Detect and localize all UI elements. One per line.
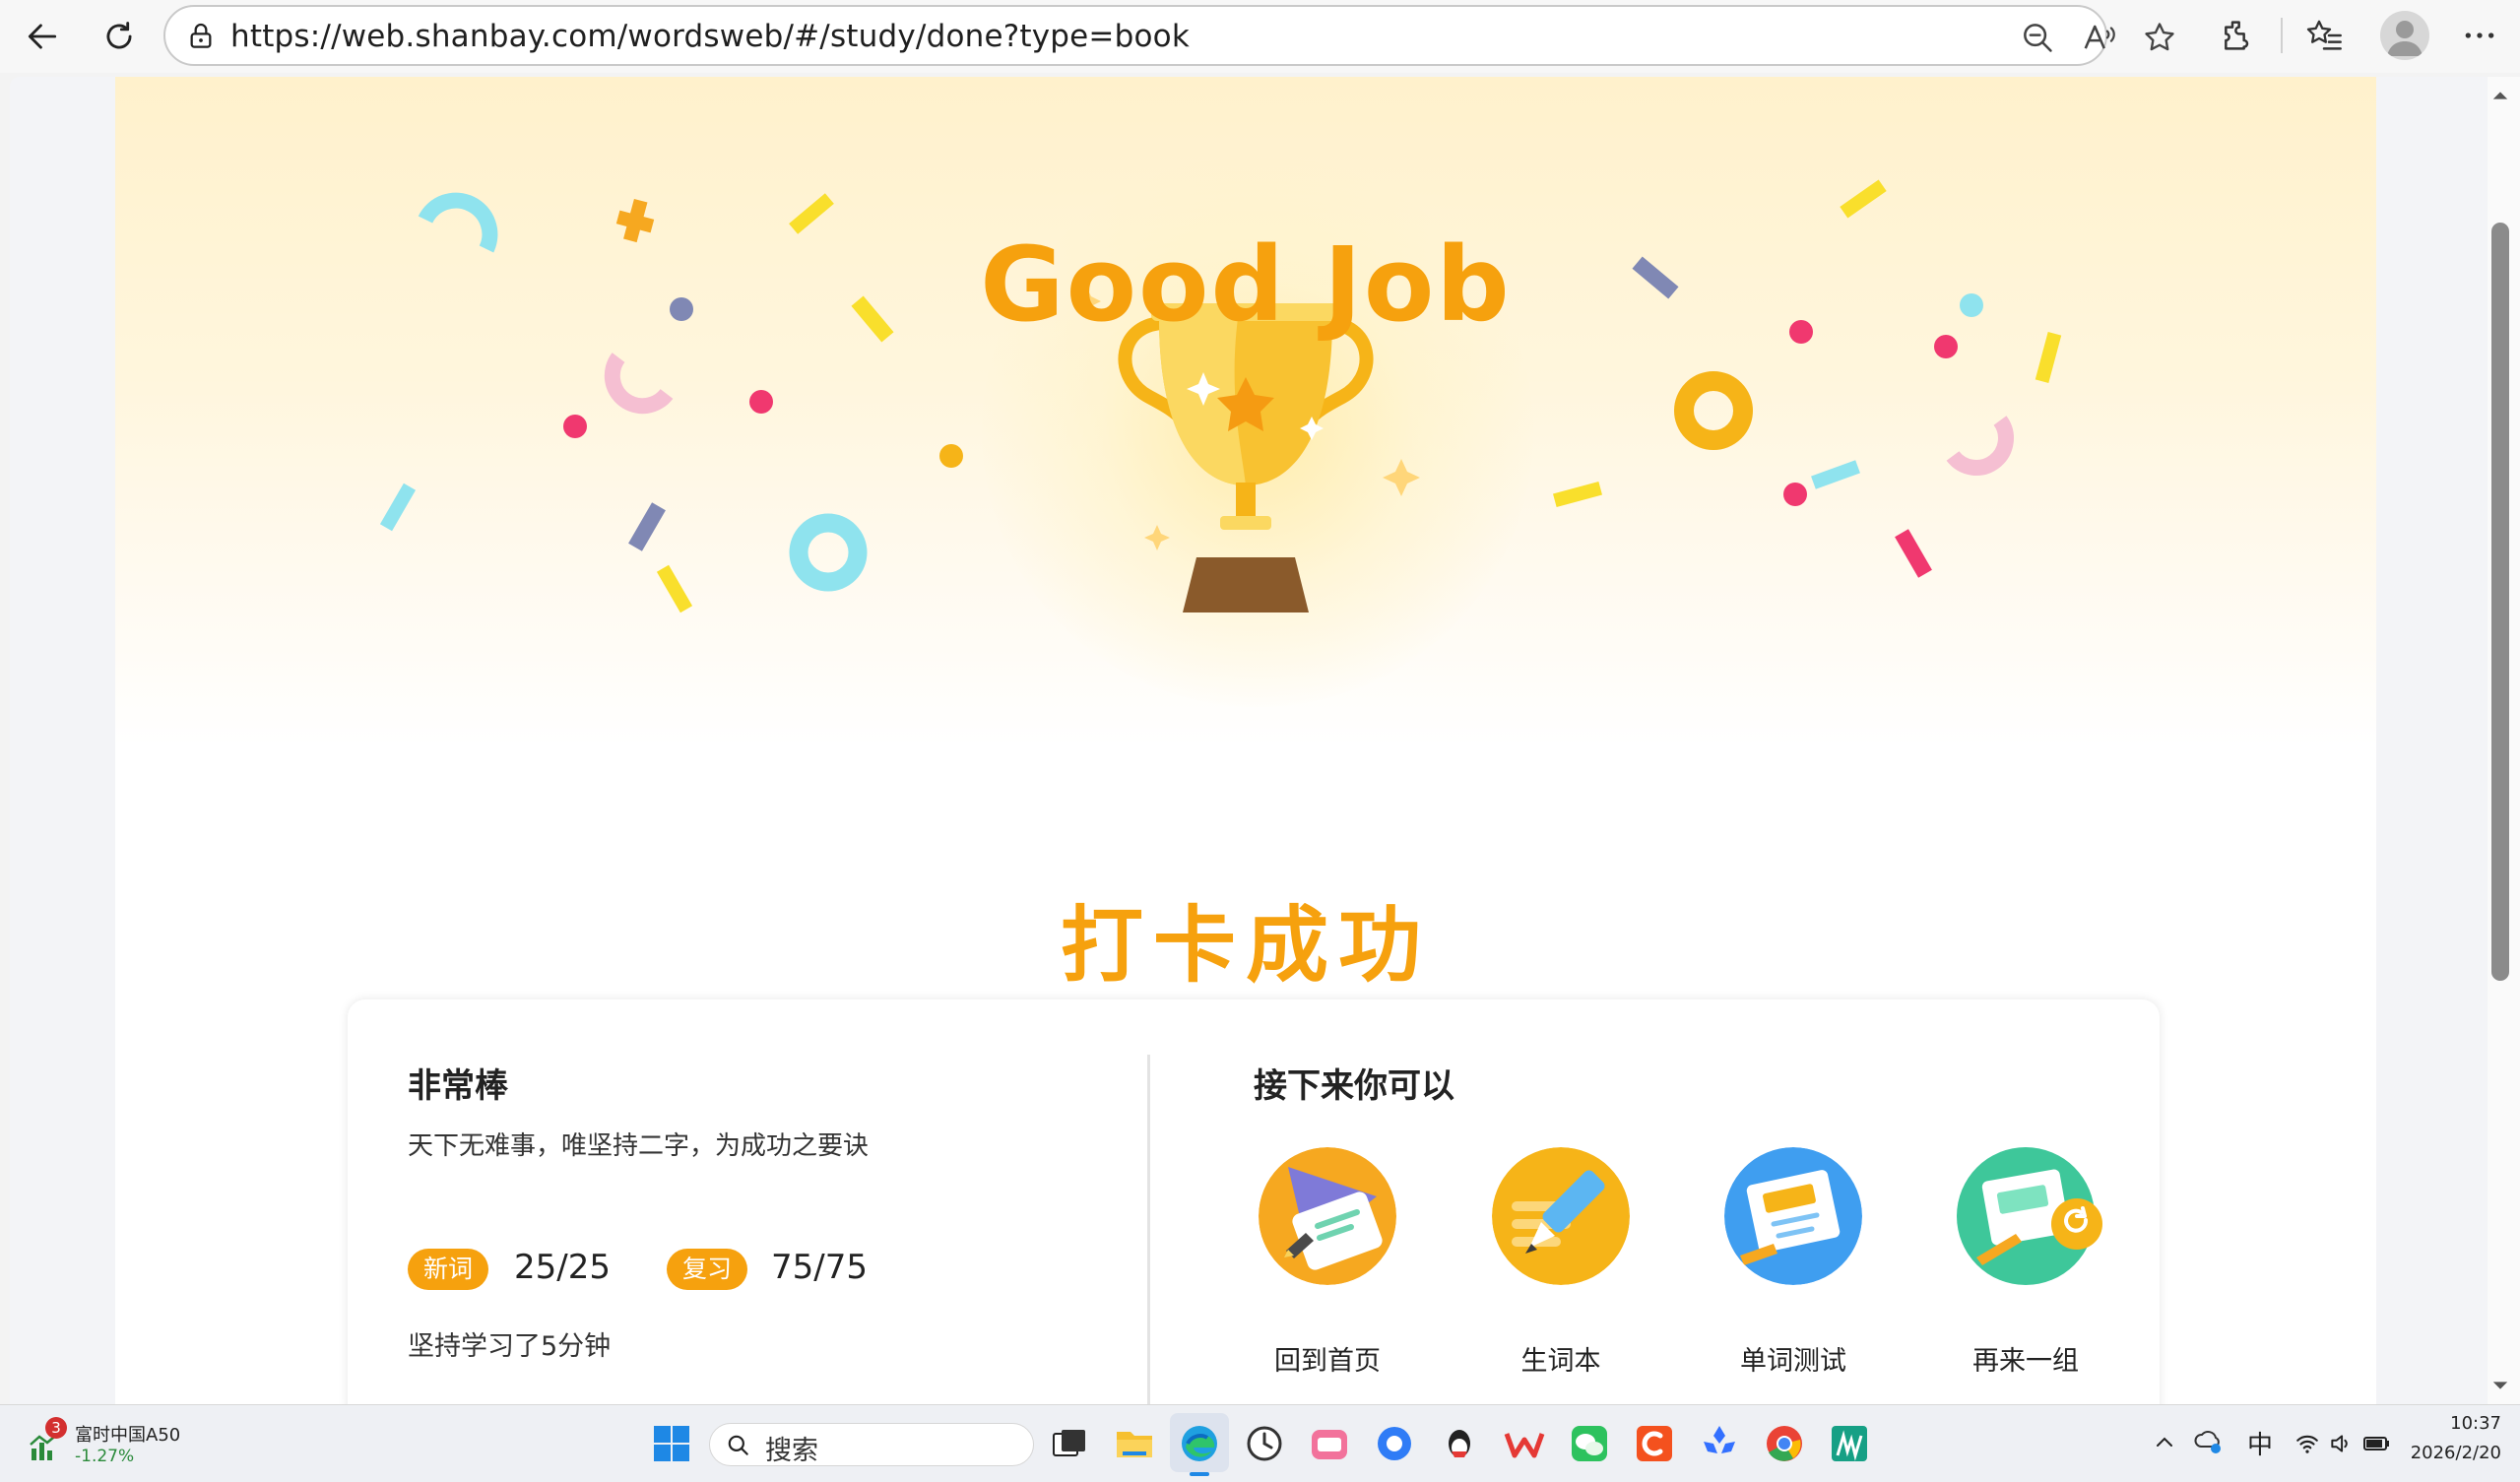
study-duration: 坚持学习了5分钟 bbox=[408, 1331, 612, 1362]
wifi-icon[interactable] bbox=[2294, 1431, 2320, 1456]
wps-icon[interactable] bbox=[1503, 1422, 1546, 1465]
bilibili-icon[interactable] bbox=[1308, 1422, 1351, 1465]
extensions-icon[interactable] bbox=[2218, 16, 2257, 55]
home-icon[interactable] bbox=[1259, 1147, 1396, 1285]
notification-badge: 3 bbox=[45, 1417, 67, 1439]
file-explorer-icon[interactable] bbox=[1113, 1422, 1156, 1465]
favorite-star-icon[interactable] bbox=[2141, 19, 2178, 56]
stock-widget[interactable]: 3 富时中国A50 -1.27% bbox=[24, 1417, 221, 1472]
result-card: 非常棒 天下无难事，唯坚持二字，为成功之要诀 新词 25/25 复习 75/75… bbox=[348, 999, 2160, 1404]
browser-toolbar: https://web.shanbay.com/wordsweb/#/study… bbox=[0, 0, 2520, 73]
zoom-out-icon[interactable] bbox=[2019, 19, 2056, 56]
review-tag: 复习 bbox=[667, 1249, 747, 1290]
good-job-headline: Good Job bbox=[980, 225, 1512, 345]
toolbar-divider bbox=[2281, 18, 2283, 53]
home-action[interactable]: 回到首页 bbox=[1221, 1147, 1418, 1384]
messenger-app-icon[interactable] bbox=[1373, 1422, 1416, 1465]
word-test-label[interactable]: 单词测试 bbox=[1687, 1339, 1900, 1378]
card-divider bbox=[1147, 1055, 1150, 1404]
onedrive-status-icon[interactable] bbox=[2194, 1427, 2224, 1456]
next-steps-title: 接下来你可以 bbox=[1254, 1066, 1454, 1106]
home-label[interactable]: 回到首页 bbox=[1221, 1339, 1434, 1378]
refresh-icon bbox=[106, 22, 132, 49]
profile-avatar[interactable] bbox=[2380, 11, 2429, 60]
back-button[interactable] bbox=[20, 14, 65, 59]
arrow-left-icon bbox=[28, 24, 57, 49]
clock-time[interactable]: 10:37 bbox=[2403, 1413, 2501, 1434]
pycharm-style-app-icon[interactable] bbox=[1828, 1422, 1871, 1465]
another-round-label[interactable]: 再来一组 bbox=[1919, 1339, 2132, 1378]
scroll-up-icon[interactable] bbox=[2491, 87, 2509, 104]
user-icon bbox=[2387, 21, 2423, 56]
qq-icon[interactable] bbox=[1438, 1422, 1481, 1465]
page-viewport: Good Job 打卡成功 非常棒 天下无难事，唯坚持二字，为成功之要诀 新词 … bbox=[10, 77, 2488, 1404]
more-menu-icon[interactable] bbox=[2460, 16, 2499, 55]
stock-name: 富时中国A50 bbox=[75, 1425, 181, 1446]
favorites-list-icon[interactable] bbox=[2304, 16, 2344, 55]
chrome-icon[interactable] bbox=[1763, 1422, 1806, 1465]
active-indicator bbox=[1190, 1472, 1209, 1476]
word-test-icon[interactable] bbox=[1724, 1147, 1862, 1285]
search-label: 搜索 bbox=[765, 1436, 818, 1466]
volume-icon[interactable] bbox=[2328, 1431, 2354, 1456]
chevron-up-icon[interactable] bbox=[2153, 1431, 2176, 1454]
lock-icon[interactable] bbox=[185, 21, 217, 52]
review-count: 75/75 bbox=[771, 1248, 868, 1287]
wordbook-action[interactable]: 生词本 bbox=[1454, 1147, 1651, 1384]
another-round-action[interactable]: 再来一组 bbox=[1919, 1147, 2116, 1384]
clock-date[interactable]: 2026/2/20 bbox=[2383, 1443, 2501, 1463]
wordbook-icon[interactable] bbox=[1492, 1147, 1630, 1285]
new-words-count: 25/25 bbox=[514, 1248, 611, 1287]
edge-browser-icon[interactable] bbox=[1178, 1422, 1221, 1465]
wordbook-label[interactable]: 生词本 bbox=[1454, 1339, 1667, 1378]
task-view-icon[interactable] bbox=[1048, 1422, 1091, 1465]
csdn-app-icon[interactable] bbox=[1633, 1422, 1676, 1465]
url-text[interactable]: https://web.shanbay.com/wordsweb/#/study… bbox=[230, 19, 1190, 54]
read-aloud-icon[interactable] bbox=[2081, 19, 2118, 56]
taskbar-search[interactable]: 搜索 bbox=[709, 1423, 1034, 1466]
confetti-decoration bbox=[379, 179, 2062, 613]
stock-change: -1.27% bbox=[75, 1447, 135, 1466]
word-test-action[interactable]: 单词测试 bbox=[1687, 1147, 1884, 1384]
address-bar[interactable]: https://web.shanbay.com/wordsweb/#/study… bbox=[163, 5, 2174, 66]
another-round-icon[interactable] bbox=[1957, 1147, 2102, 1285]
new-words-tag: 新词 bbox=[408, 1249, 488, 1290]
hero-banner: Good Job bbox=[115, 77, 2376, 746]
clock-app-icon[interactable] bbox=[1243, 1422, 1286, 1465]
refresh-button[interactable] bbox=[97, 14, 142, 59]
checkin-success-title: 打卡成功 bbox=[1060, 897, 1431, 994]
wechat-icon[interactable] bbox=[1568, 1422, 1611, 1465]
motivational-quote: 天下无难事，唯坚持二字，为成功之要诀 bbox=[408, 1131, 870, 1161]
trophy-icon bbox=[1118, 303, 1374, 612]
ime-indicator[interactable]: 中 bbox=[2247, 1425, 2273, 1461]
study-done-page: Good Job 打卡成功 非常棒 天下无难事，唯坚持二字，为成功之要诀 新词 … bbox=[115, 77, 2376, 1404]
scroll-thumb[interactable] bbox=[2491, 223, 2509, 981]
windows-start-icon[interactable] bbox=[650, 1422, 693, 1465]
lark-app-icon[interactable] bbox=[1698, 1422, 1741, 1465]
scroll-down-icon[interactable] bbox=[2491, 1377, 2509, 1394]
taskbar: 3 富时中国A50 -1.27% 搜索 中 10:37 2026/2/20 bbox=[0, 1404, 2520, 1482]
search-icon bbox=[728, 1435, 748, 1455]
praise-title: 非常棒 bbox=[408, 1066, 508, 1106]
